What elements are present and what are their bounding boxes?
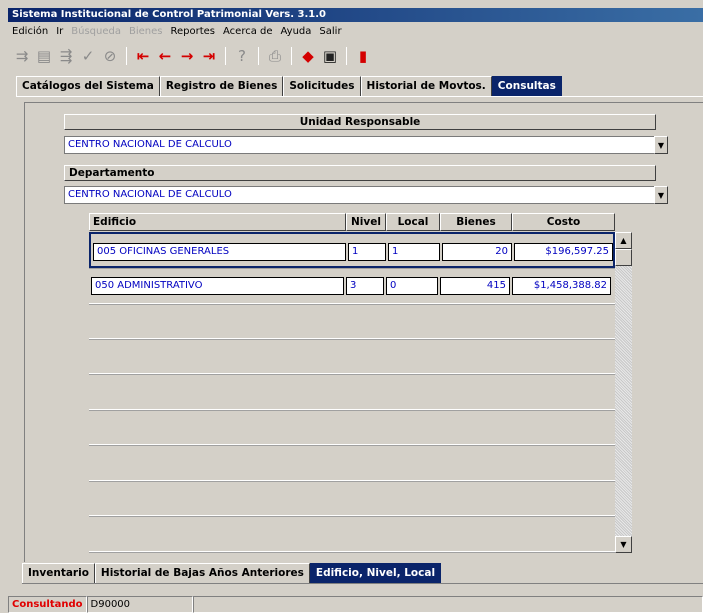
- menu-ayuda[interactable]: Ayuda: [277, 24, 316, 40]
- exit-icon[interactable]: ▮: [353, 46, 373, 66]
- column-header-nivel: Nivel: [346, 213, 386, 231]
- scroll-thumb[interactable]: [615, 249, 632, 266]
- menu-acerca-de[interactable]: Acerca de: [219, 24, 277, 40]
- menu-salir[interactable]: Salir: [315, 24, 345, 40]
- column-header-edificio: Edificio: [89, 213, 346, 231]
- previous-record-icon[interactable]: ←: [155, 46, 175, 66]
- column-header-bienes: Bienes: [440, 213, 512, 231]
- unidad-select[interactable]: CENTRO NACIONAL DE CALCULO: [64, 136, 654, 154]
- table-row[interactable]: 050 ADMINISTRATIVO 3 0 415 $1,458,388.82: [89, 268, 615, 304]
- tab-historial-movtos[interactable]: Historial de Movtos.: [360, 76, 492, 96]
- bottom-tabs: Inventario Historial de Bajas Años Anter…: [22, 563, 442, 583]
- next-record-icon[interactable]: →: [177, 46, 197, 66]
- cancel-icon[interactable]: ⊘: [100, 46, 120, 66]
- tab-registro-bienes[interactable]: Registro de Bienes: [159, 76, 284, 96]
- table-row-empty: [89, 409, 615, 445]
- chevron-down-icon[interactable]: ▼: [654, 186, 668, 204]
- table-row-empty: [89, 374, 615, 410]
- scroll-up-icon[interactable]: ▲: [615, 232, 632, 249]
- departamento-header: Departamento: [64, 165, 656, 181]
- last-record-icon[interactable]: ⇥: [199, 46, 219, 66]
- save-icon[interactable]: ▣: [320, 46, 340, 66]
- help-icon[interactable]: ?: [232, 46, 252, 66]
- delete-record-icon[interactable]: ⇶: [56, 46, 76, 66]
- column-header-costo: Costo: [512, 213, 615, 231]
- accept-icon[interactable]: ✓: [78, 46, 98, 66]
- menu-bienes: Bienes: [128, 26, 163, 37]
- chevron-down-icon[interactable]: ▼: [654, 136, 668, 154]
- unidad-header: Unidad Responsable: [64, 114, 656, 130]
- menu-reportes[interactable]: Reportes: [166, 24, 219, 40]
- tab-divider: [22, 583, 703, 584]
- menu-busqueda: Búsqueda: [71, 26, 121, 37]
- table-row-empty: [89, 338, 615, 374]
- cell-nivel[interactable]: 3: [346, 277, 384, 295]
- menu-edicion[interactable]: Edición: [8, 24, 52, 40]
- menu-ir[interactable]: Ir: [52, 24, 67, 40]
- toolbar-separator: [291, 47, 292, 65]
- status-mode: Consultando: [8, 596, 87, 613]
- print-icon[interactable]: ⎙: [265, 46, 285, 66]
- erase-icon[interactable]: ◆: [298, 46, 318, 66]
- tab-catalogos[interactable]: Catálogos del Sistema: [16, 76, 160, 96]
- vertical-scrollbar[interactable]: ▲ ▼: [615, 232, 632, 553]
- toolbar-separator: [346, 47, 347, 65]
- menu-bar: Edición Ir Búsqueda Bienes Reportes Acer…: [8, 24, 346, 40]
- tab-solicitudes[interactable]: Solicitudes: [283, 76, 361, 96]
- table-row-empty: [89, 480, 615, 516]
- first-record-icon[interactable]: ⇤: [133, 46, 153, 66]
- tab-historial-bajas[interactable]: Historial de Bajas Años Anteriores: [94, 563, 310, 583]
- data-grid: 005 OFICINAS GENERALES 1 1 20 $196,597.2…: [89, 232, 615, 553]
- cell-costo[interactable]: $1,458,388.82: [512, 277, 611, 295]
- cell-bienes[interactable]: 20: [442, 243, 512, 261]
- cell-edificio[interactable]: 050 ADMINISTRATIVO: [91, 277, 344, 295]
- table-row-empty: [89, 303, 615, 339]
- toolbar-separator: [126, 47, 127, 65]
- tab-divider: [16, 96, 703, 97]
- column-header-local: Local: [386, 213, 440, 231]
- tab-inventario[interactable]: Inventario: [22, 563, 95, 583]
- duplicate-record-icon[interactable]: ▤: [34, 46, 54, 66]
- table-row[interactable]: 005 OFICINAS GENERALES 1 1 20 $196,597.2…: [89, 232, 615, 268]
- toolbar-separator: [258, 47, 259, 65]
- cell-local[interactable]: 1: [388, 243, 440, 261]
- main-tabs: Catálogos del Sistema Registro de Bienes…: [16, 76, 562, 96]
- cell-costo[interactable]: $196,597.25: [514, 243, 613, 261]
- tab-consultas[interactable]: Consultas: [491, 76, 562, 96]
- cell-edificio[interactable]: 005 OFICINAS GENERALES: [93, 243, 346, 261]
- tab-edificio-nivel-local[interactable]: Edificio, Nivel, Local: [309, 563, 442, 583]
- window-title: Sistema Institucional de Control Patrimo…: [8, 8, 703, 22]
- status-bar: Consultando D90000: [8, 596, 703, 613]
- status-message: [192, 596, 703, 613]
- cell-local[interactable]: 0: [386, 277, 438, 295]
- insert-record-icon[interactable]: ⇉: [12, 46, 32, 66]
- table-row-empty: [89, 516, 615, 552]
- table-row-empty: [89, 445, 615, 481]
- scroll-down-icon[interactable]: ▼: [615, 536, 632, 553]
- cell-nivel[interactable]: 1: [348, 243, 386, 261]
- toolbar-separator: [225, 47, 226, 65]
- departamento-select[interactable]: CENTRO NACIONAL DE CALCULO: [64, 186, 654, 204]
- toolbar: ⇉ ▤ ⇶ ✓ ⊘ ⇤ ← → ⇥ ? ⎙ ◆ ▣ ▮: [12, 44, 373, 68]
- status-code: D90000: [86, 596, 193, 613]
- cell-bienes[interactable]: 415: [440, 277, 510, 295]
